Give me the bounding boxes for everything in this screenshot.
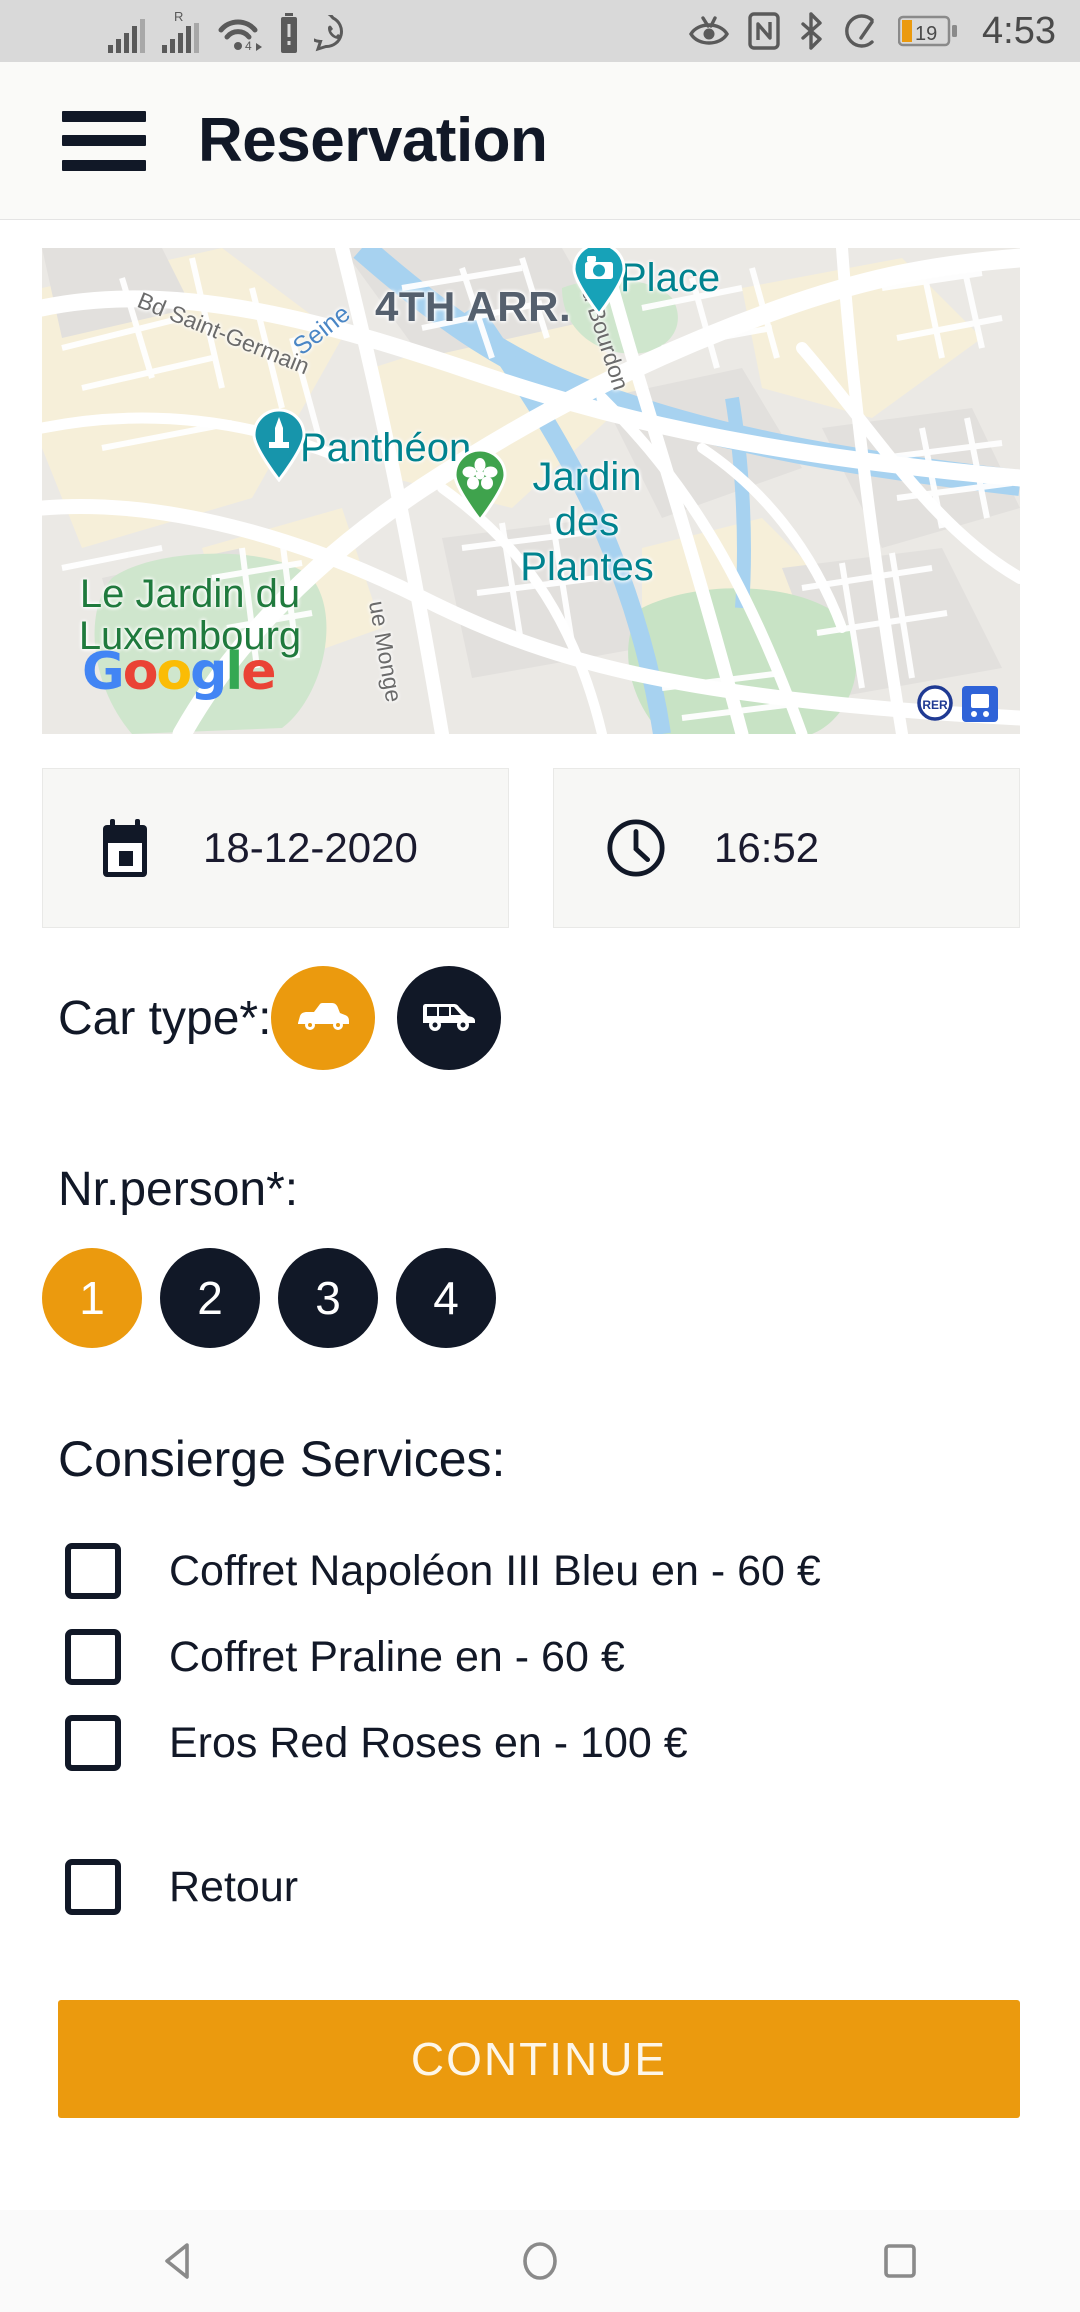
consierge-item-napoleon[interactable]: Coffret Napoléon III Bleu en - 60 €	[42, 1528, 1042, 1614]
page-title: Reservation	[198, 106, 548, 175]
checkbox-napoleon[interactable]	[65, 1543, 121, 1599]
date-field[interactable]: 18-12-2020	[42, 768, 509, 928]
jardin-des-plantes-pin[interactable]	[451, 448, 509, 523]
google-logo-o2: o	[156, 642, 192, 702]
roaming-signal-bars-icon: R	[162, 9, 204, 53]
datetime-row: 18-12-2020 16:52	[42, 768, 1020, 928]
hamburger-bar	[62, 135, 146, 146]
pantheon-pin[interactable]	[250, 408, 308, 483]
time-field[interactable]: 16:52	[553, 768, 1020, 928]
google-logo-l: l	[225, 642, 243, 702]
car-sedan-icon	[294, 999, 352, 1038]
bluetooth-icon	[798, 12, 824, 50]
car-type-option-van[interactable]	[397, 966, 502, 1070]
continue-button[interactable]: CONTINUE	[58, 2000, 1020, 2118]
status-bar-clock: 4:53	[982, 9, 1056, 52]
svg-text:R: R	[174, 9, 183, 24]
android-nav-bar	[0, 2210, 1080, 2312]
consierge-item-praline[interactable]: Coffret Praline en - 60 €	[42, 1614, 1042, 1700]
van-icon	[420, 998, 478, 1039]
nr-person-option-3[interactable]: 3	[278, 1248, 378, 1348]
hamburger-bar	[62, 159, 146, 171]
app-screen: R 4 19 4:53 Reservation RER 4TH ARR. Sei…	[0, 0, 1080, 2312]
battery-percent-text: 19	[915, 23, 937, 45]
status-bar: R 4 19 4:53	[0, 0, 1080, 62]
consierge-item-eros-red-roses[interactable]: Eros Red Roses en - 100 €	[42, 1700, 1042, 1786]
google-logo-g1: G	[82, 642, 125, 702]
place-camera-pin[interactable]	[570, 248, 628, 317]
car-type-option-sedan[interactable]	[271, 966, 376, 1070]
hamburger-bar	[62, 110, 146, 122]
retour-label: Retour	[169, 1862, 299, 1911]
checkbox-retour[interactable]	[65, 1859, 121, 1915]
google-logo-g2: g	[190, 642, 227, 702]
svg-text:4: 4	[245, 39, 252, 53]
recents-square-icon[interactable]	[840, 2210, 960, 2312]
nr-person-option-1[interactable]: 1	[42, 1248, 142, 1348]
whatsapp-icon	[314, 15, 352, 53]
checkbox-praline[interactable]	[65, 1629, 121, 1685]
date-value: 18-12-2020	[203, 824, 418, 871]
map-preview[interactable]: RER 4TH ARR. Seine Bd Saint-Germain Bd B…	[42, 248, 1020, 734]
back-triangle-icon[interactable]	[120, 2210, 240, 2312]
battery-alert-icon	[278, 13, 300, 53]
svg-text:RER: RER	[922, 698, 948, 712]
data-saver-icon	[842, 12, 880, 50]
retour-option[interactable]: Retour	[42, 1844, 1042, 1930]
wifi-4g-icon: 4	[218, 17, 264, 53]
consierge-services-list: Coffret Napoléon III Bleu en - 60 € Coff…	[42, 1528, 1042, 1930]
checkbox-eros-red-roses[interactable]	[65, 1715, 121, 1771]
status-bar-right-icons: 19 4:53	[688, 10, 1056, 53]
status-bar-left-icons: R 4	[108, 9, 352, 53]
calendar-icon	[95, 817, 155, 879]
car-type-row: Car type*:	[58, 966, 502, 1070]
consierge-item-label: Coffret Praline en - 60 €	[169, 1632, 625, 1681]
consierge-services-label: Consierge Services:	[58, 1431, 506, 1487]
nr-person-label: Nr.person*:	[58, 1163, 299, 1216]
eye-comfort-icon	[688, 14, 730, 48]
google-logo: Google	[82, 642, 277, 702]
nr-person-option-4[interactable]: 4	[396, 1248, 496, 1348]
home-circle-icon[interactable]	[480, 2210, 600, 2312]
status-battery-icon: 19	[898, 14, 958, 48]
consierge-item-label: Eros Red Roses en - 100 €	[169, 1718, 688, 1767]
app-bar: Reservation	[0, 62, 1080, 220]
clock-icon	[606, 817, 666, 879]
signal-bars-icon	[108, 19, 148, 53]
consierge-item-label: Coffret Napoléon III Bleu en - 60 €	[169, 1546, 821, 1595]
google-logo-e: e	[241, 642, 276, 702]
time-value: 16:52	[714, 824, 820, 871]
nfc-icon	[748, 12, 780, 50]
hamburger-menu-icon[interactable]	[62, 110, 146, 171]
nr-person-option-2[interactable]: 2	[160, 1248, 260, 1348]
nr-person-row: 1 2 3 4	[42, 1248, 496, 1348]
car-type-label: Car type*:	[58, 991, 272, 1045]
google-logo-o1: o	[122, 642, 159, 702]
